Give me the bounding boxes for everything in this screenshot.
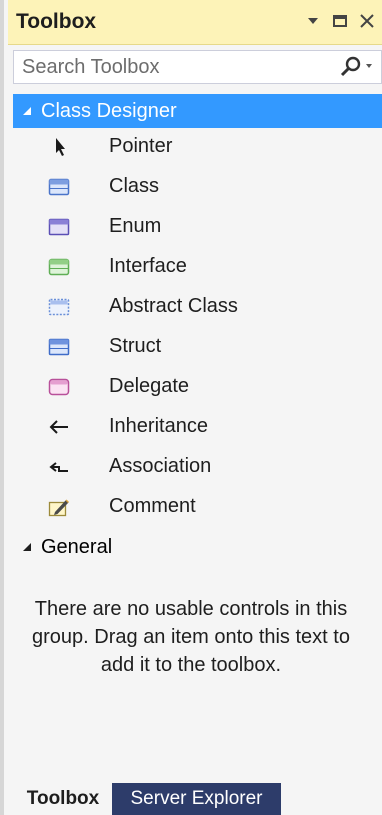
item-label: Struct bbox=[109, 335, 162, 357]
toolbox-item-struct[interactable]: Struct bbox=[13, 328, 382, 366]
close-icon bbox=[360, 14, 374, 28]
item-label: Pointer bbox=[109, 135, 173, 157]
dropdown-button[interactable] bbox=[301, 8, 325, 34]
item-label: Delegate bbox=[109, 375, 190, 397]
enum-icon bbox=[48, 218, 70, 236]
delegate-icon bbox=[48, 378, 70, 396]
item-label: Inheritance bbox=[109, 415, 208, 437]
item-label: Abstract Class bbox=[109, 295, 238, 317]
inheritance-icon bbox=[49, 420, 68, 434]
item-label: Class bbox=[109, 175, 160, 197]
item-label: Interface bbox=[109, 255, 187, 277]
toolbox-item-class[interactable]: Class bbox=[13, 168, 382, 206]
toolbox-item-pointer[interactable]: Pointer bbox=[13, 128, 382, 166]
empty-group-message[interactable]: There are no usable controls in this gro… bbox=[16, 595, 366, 679]
window-title: Toolbox bbox=[16, 10, 97, 33]
search-button[interactable] bbox=[333, 53, 377, 81]
group-label: General bbox=[41, 535, 113, 558]
expand-triangle-icon bbox=[23, 107, 31, 115]
item-label: Association bbox=[109, 455, 212, 477]
title-bar[interactable]: Toolbox bbox=[8, 0, 382, 45]
toolbox-item-interface[interactable]: Interface bbox=[13, 248, 382, 286]
search-input[interactable] bbox=[14, 51, 332, 83]
search-icon bbox=[340, 56, 372, 77]
comment-icon bbox=[48, 499, 70, 517]
expand-triangle-icon bbox=[23, 543, 31, 551]
item-label: Enum bbox=[109, 215, 162, 237]
toolbox-item-comment[interactable]: Comment bbox=[13, 488, 382, 526]
maximize-icon bbox=[333, 15, 347, 27]
toolbox-item-association[interactable]: Association bbox=[13, 448, 382, 486]
struct-icon bbox=[48, 338, 70, 356]
search-box bbox=[13, 50, 382, 84]
association-icon bbox=[49, 462, 68, 472]
toolbox-item-abstract-class[interactable]: Abstract Class bbox=[13, 288, 382, 326]
class-icon bbox=[48, 178, 70, 196]
tab-toolbox[interactable]: Toolbox bbox=[16, 783, 110, 815]
chevron-down-icon bbox=[308, 18, 318, 24]
tab-server-explorer[interactable]: Server Explorer bbox=[112, 783, 281, 815]
toolbox-item-inheritance[interactable]: Inheritance bbox=[13, 408, 382, 446]
toolbox-item-delegate[interactable]: Delegate bbox=[13, 368, 382, 406]
close-button[interactable] bbox=[355, 8, 379, 34]
tab-strip: Toolbox Server Explorer bbox=[8, 783, 382, 815]
item-label: Comment bbox=[109, 495, 196, 517]
abstract-class-icon bbox=[48, 298, 70, 316]
pointer-icon bbox=[56, 138, 65, 156]
group-label: Class Designer bbox=[41, 99, 177, 122]
toolbox-window: Toolbox Search Toolbox Class Designer Po… bbox=[0, 0, 382, 815]
group-header-class-designer[interactable]: Class Designer bbox=[13, 94, 382, 128]
toolbox-item-enum[interactable]: Enum bbox=[13, 208, 382, 246]
maximize-button[interactable] bbox=[328, 8, 352, 34]
interface-icon bbox=[48, 258, 70, 276]
group-header-general[interactable]: General bbox=[13, 530, 382, 564]
